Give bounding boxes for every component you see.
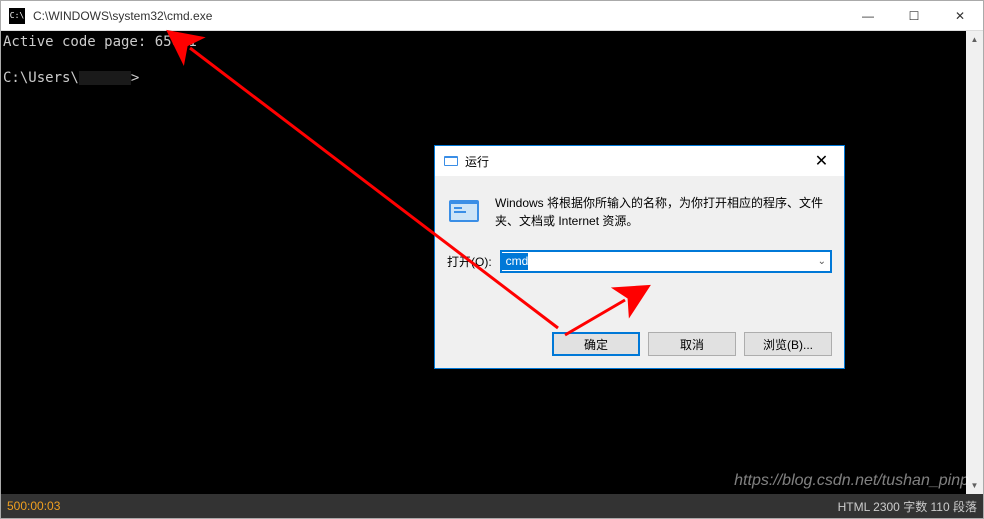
- run-open-label: 打开(O):: [447, 253, 492, 270]
- run-titlebar[interactable]: 运行 ✕: [435, 146, 844, 176]
- watermark: https://blog.csdn.net/tushan_pinp: [734, 472, 969, 490]
- maximize-button[interactable]: ☐: [891, 1, 937, 31]
- run-description: Windows 将根据你所输入的名称，为你打开相应的程序、文件夹、文档或 Int…: [495, 194, 832, 230]
- browse-button[interactable]: 浏览(B)...: [744, 332, 832, 356]
- statusbar: 500:00:03 HTML 2300 字数 110 段落: [1, 494, 983, 518]
- cmd-icon: C:\: [9, 8, 25, 24]
- run-close-button[interactable]: ✕: [799, 146, 844, 176]
- minimize-button[interactable]: —: [845, 1, 891, 31]
- status-left: 500:00:03: [7, 499, 60, 513]
- run-icon: [443, 153, 459, 169]
- run-content: Windows 将根据你所输入的名称，为你打开相应的程序、文件夹、文档或 Int…: [435, 176, 844, 283]
- redacted-username: [79, 71, 131, 85]
- scroll-up-button[interactable]: ▲: [966, 31, 983, 48]
- cmd-scrollbar[interactable]: ▲ ▼: [966, 31, 983, 494]
- run-program-icon: [447, 194, 483, 230]
- cmd-title: C:\WINDOWS\system32\cmd.exe: [33, 9, 845, 23]
- ok-button[interactable]: 确定: [552, 332, 640, 356]
- chevron-down-icon[interactable]: ⌄: [818, 256, 826, 267]
- run-input-value: cmd: [502, 253, 529, 270]
- status-right: HTML 2300 字数 110 段落: [838, 498, 977, 515]
- run-input-combo[interactable]: cmd ⌄: [500, 250, 832, 273]
- close-button[interactable]: ✕: [937, 1, 983, 31]
- cmd-titlebar[interactable]: C:\ C:\WINDOWS\system32\cmd.exe — ☐ ✕: [1, 1, 983, 31]
- run-button-bar: 确定 取消 浏览(B)...: [435, 320, 844, 368]
- run-title: 运行: [465, 153, 799, 170]
- cancel-button[interactable]: 取消: [648, 332, 736, 356]
- cmd-output-line: Active code page: 65001: [3, 33, 966, 51]
- window-controls: — ☐ ✕: [845, 1, 983, 31]
- cmd-blank-line: [3, 51, 966, 69]
- run-dialog: 运行 ✕ Windows 将根据你所输入的名称，为你打开相应的程序、文件夹、文档…: [434, 145, 845, 369]
- cmd-prompt-line: C:\Users\>: [3, 69, 966, 87]
